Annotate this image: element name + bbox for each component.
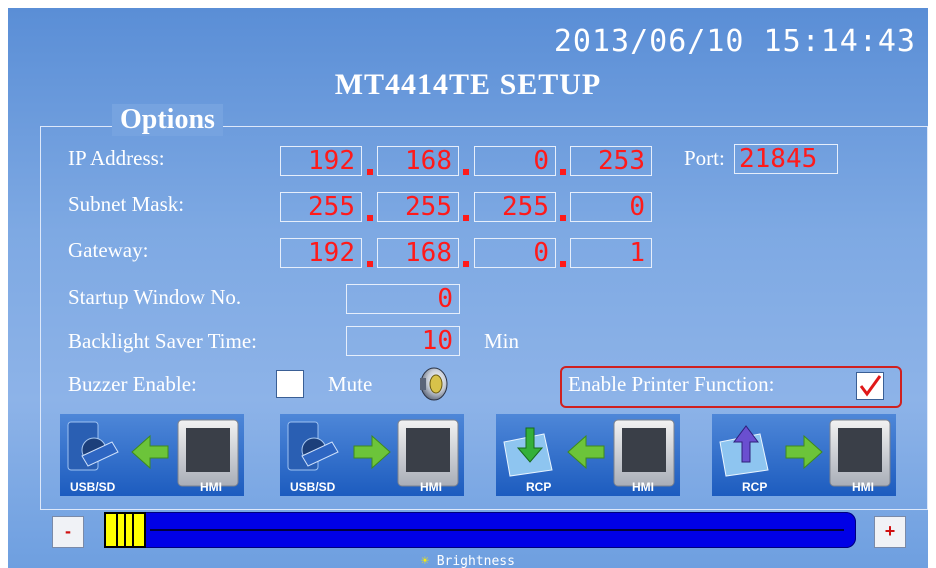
subnet-octet-4-field[interactable]: 0 <box>570 192 652 222</box>
thumb-grip-2 <box>124 512 126 548</box>
ip-octet-4-field[interactable]: 253 <box>570 146 652 176</box>
brightness-decrease-button[interactable]: - <box>52 516 84 548</box>
subnet-mask-label: Subnet Mask: <box>68 192 185 216</box>
mute-label: Mute <box>328 372 373 396</box>
tile-4-target-label: HMI <box>852 480 874 494</box>
sun-icon: ☀ <box>421 554 429 568</box>
gateway-label: Gateway: <box>68 238 149 262</box>
gateway-octet-2-field[interactable]: 168 <box>377 238 459 268</box>
ip-dot-3 <box>560 169 566 175</box>
check-icon <box>859 375 882 397</box>
tile-1-source-label: USB/SD <box>70 480 116 494</box>
thumb-grip-3 <box>132 512 134 548</box>
gateway-octet-1-field[interactable]: 192 <box>280 238 362 268</box>
tile-4-source-label: RCP <box>742 480 768 494</box>
usb-to-hmi-button[interactable]: USB/SD HMI <box>60 414 244 496</box>
brightness-increase-button[interactable]: + <box>874 516 906 548</box>
backlight-saver-label: Backlight Saver Time: <box>68 329 257 353</box>
backlight-saver-field[interactable]: 10 <box>346 326 460 356</box>
datetime-display: 2013/06/10 15:14:43 <box>553 24 916 59</box>
hmi-screen: 2013/06/10 15:14:43 MT4414TE SETUP Optio… <box>8 8 928 568</box>
gateway-octet-3-field[interactable]: 0 <box>474 238 556 268</box>
hmi-to-usb-button[interactable]: USB/SD HMI <box>280 414 464 496</box>
port-field[interactable]: 21845 <box>734 144 838 174</box>
subnet-octet-1-field[interactable]: 255 <box>280 192 362 222</box>
ip-dot-2 <box>463 169 469 175</box>
tile-1-target-label: HMI <box>200 480 222 494</box>
ip-octet-2-field[interactable]: 168 <box>377 146 459 176</box>
gateway-dot-2 <box>463 261 469 267</box>
thumb-grip-1 <box>116 512 118 548</box>
options-group-label: Options <box>112 104 223 136</box>
startup-window-field[interactable]: 0 <box>346 284 460 314</box>
brightness-caption: ☀ Brightness <box>8 554 928 568</box>
subnet-dot-3 <box>560 215 566 221</box>
subnet-dot-2 <box>463 215 469 221</box>
tile-3-target-label: HMI <box>632 480 654 494</box>
buzzer-enable-label: Buzzer Enable: <box>68 372 197 396</box>
gateway-dot-1 <box>367 261 373 267</box>
printer-function-label: Enable Printer Function: <box>568 372 775 396</box>
slider-track-line <box>150 529 844 531</box>
ip-dot-1 <box>367 169 373 175</box>
brightness-slider-thumb[interactable] <box>104 512 146 548</box>
tile-2-target-label: HMI <box>420 480 442 494</box>
startup-window-label: Startup Window No. <box>68 285 242 309</box>
gateway-dot-3 <box>560 261 566 267</box>
gateway-octet-4-field[interactable]: 1 <box>570 238 652 268</box>
brightness-label: Brightness <box>436 554 515 568</box>
port-label: Port: <box>684 146 725 170</box>
rcp-to-hmi-button[interactable]: RCP HMI <box>496 414 680 496</box>
subnet-octet-2-field[interactable]: 255 <box>377 192 459 222</box>
printer-function-checkbox[interactable] <box>856 372 884 400</box>
hmi-to-rcp-button[interactable]: RCP HMI <box>712 414 896 496</box>
speaker-icon[interactable] <box>412 364 452 404</box>
ip-octet-1-field[interactable]: 192 <box>280 146 362 176</box>
tile-2-source-label: USB/SD <box>290 480 336 494</box>
buzzer-enable-checkbox[interactable] <box>276 370 304 398</box>
page-title: MT4414TE SETUP <box>334 68 602 101</box>
ip-octet-3-field[interactable]: 0 <box>474 146 556 176</box>
tile-3-source-label: RCP <box>526 480 552 494</box>
subnet-dot-1 <box>367 215 373 221</box>
brightness-slider-track[interactable] <box>104 512 856 548</box>
subnet-octet-3-field[interactable]: 255 <box>474 192 556 222</box>
backlight-unit-label: Min <box>484 329 520 353</box>
ip-address-label: IP Address: <box>68 146 165 170</box>
